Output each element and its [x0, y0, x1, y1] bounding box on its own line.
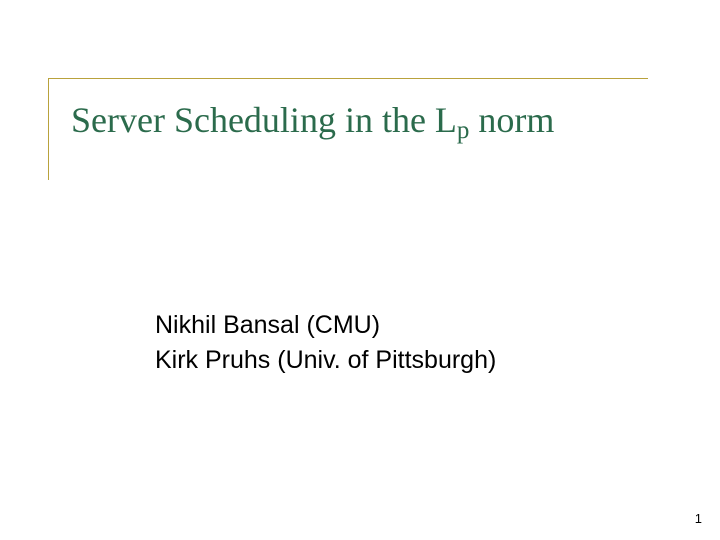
authors-block: Nikhil Bansal (CMU) Kirk Pruhs (Univ. of…	[155, 308, 496, 377]
title-subscript: p	[457, 117, 470, 144]
page-number: 1	[695, 511, 702, 526]
slide-title: Server Scheduling in the Lp norm	[71, 99, 648, 142]
title-container: Server Scheduling in the Lp norm	[48, 78, 648, 180]
title-pre: Server Scheduling in the L	[71, 100, 457, 140]
author-line-2: Kirk Pruhs (Univ. of Pittsburgh)	[155, 343, 496, 378]
title-post: norm	[469, 100, 554, 140]
author-line-1: Nikhil Bansal (CMU)	[155, 308, 496, 343]
